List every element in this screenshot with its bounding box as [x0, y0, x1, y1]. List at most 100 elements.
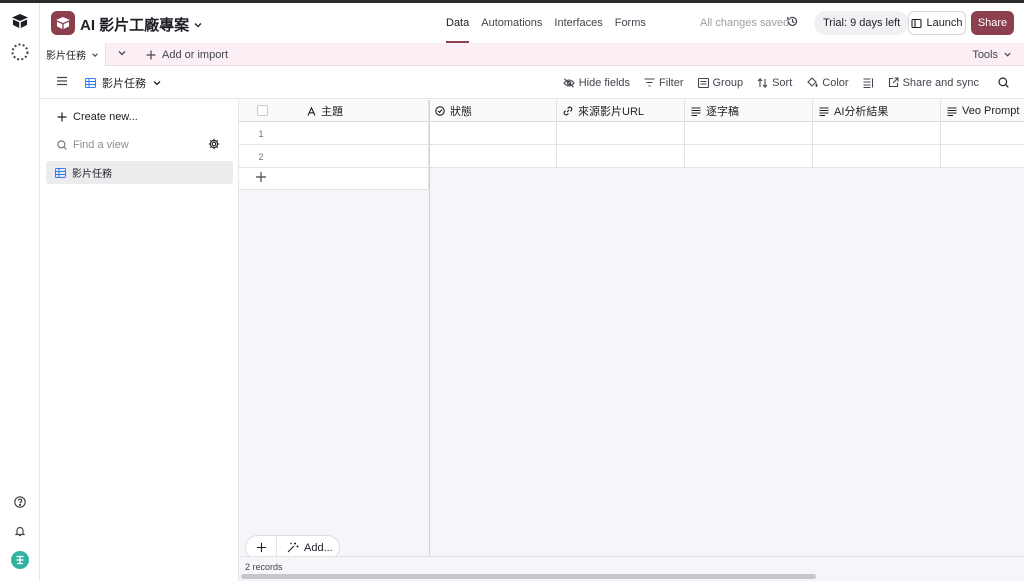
- column-header-label: 來源影片URL: [578, 106, 645, 118]
- history-icon[interactable]: [786, 15, 799, 28]
- base-logo-icon[interactable]: [51, 11, 75, 35]
- link-icon: [563, 106, 573, 116]
- filter-button[interactable]: Filter: [637, 66, 690, 99]
- sort-icon: [757, 77, 768, 88]
- color-button[interactable]: Color: [799, 66, 855, 99]
- grid-view-icon: [55, 167, 66, 178]
- chevron-down-icon: [194, 22, 202, 27]
- row-height-icon: [863, 77, 873, 88]
- veo-prompt-cell[interactable]: [941, 122, 1024, 145]
- chevron-down-icon: [153, 80, 161, 85]
- column-header-label: 主題: [321, 106, 343, 118]
- table-tab-label: 影片任務: [46, 51, 86, 62]
- transcript-cell[interactable]: [685, 145, 813, 168]
- share-and-sync-button[interactable]: Share and sync: [881, 66, 986, 99]
- grid-view: 主題 狀態 來源影片URL 逐字稿 AI分析結果 Veo Prompt 1 2 …: [239, 100, 1024, 581]
- ai-analysis-cell[interactable]: [813, 122, 941, 145]
- chevron-down-icon: [92, 52, 98, 57]
- column-header-transcript[interactable]: 逐字稿: [685, 100, 813, 122]
- column-header-label: Veo Prompt: [962, 105, 1020, 117]
- column-header-source-url[interactable]: 來源影片URL: [557, 100, 685, 122]
- add-with-ai-button[interactable]: Add...: [277, 542, 333, 554]
- sort-button[interactable]: Sort: [750, 66, 799, 99]
- help-icon[interactable]: [0, 496, 40, 508]
- nav-tab-forms[interactable]: Forms: [609, 3, 652, 43]
- grid-header-row: 主題 狀態 來源影片URL 逐字稿 AI分析結果 Veo Prompt: [239, 100, 1024, 122]
- column-header-status[interactable]: 狀態: [429, 100, 557, 122]
- search-icon: [998, 77, 1009, 88]
- trial-badge[interactable]: Trial: 9 days left: [814, 11, 910, 35]
- share-and-sync-label: Share and sync: [902, 76, 979, 89]
- share-button[interactable]: Share: [971, 11, 1014, 35]
- hamburger-menu-icon[interactable]: [56, 76, 68, 86]
- sidebar-view-item[interactable]: 影片任務: [46, 161, 233, 184]
- source-url-cell[interactable]: [557, 145, 685, 168]
- row-number: 1: [258, 128, 264, 139]
- table-tab-active[interactable]: 影片任務: [40, 43, 106, 66]
- launch-label: Launch: [926, 17, 963, 29]
- table-row[interactable]: 1: [239, 122, 1024, 145]
- magic-wand-icon: [287, 542, 299, 553]
- status-icon: [435, 106, 445, 116]
- status-cell[interactable]: [429, 145, 557, 168]
- horizontal-scrollbar[interactable]: [241, 574, 816, 579]
- long-text-icon: [691, 106, 701, 116]
- status-cell[interactable]: [429, 122, 557, 145]
- group-button[interactable]: Group: [691, 66, 751, 99]
- nav-tab-data[interactable]: Data: [440, 3, 475, 43]
- column-header-veo-prompt[interactable]: Veo Prompt: [941, 100, 1024, 122]
- search-button[interactable]: [986, 66, 1024, 99]
- view-actions: Hide fields Filter Group Sort Color Shar…: [556, 66, 1024, 99]
- home-logo-icon[interactable]: [0, 14, 40, 28]
- add-or-import-button[interactable]: Add or import: [146, 43, 228, 66]
- base-name-menu[interactable]: AI 影片工廠專案: [80, 14, 203, 35]
- hide-fields-label: Hide fields: [578, 76, 631, 89]
- create-new-label: Create new...: [73, 111, 138, 123]
- tools-menu[interactable]: Tools: [972, 43, 1012, 66]
- avatar[interactable]: [0, 551, 40, 569]
- launch-icon: [911, 18, 923, 28]
- top-nav: Data Automations Interfaces Forms: [440, 3, 652, 43]
- row-height-button[interactable]: [856, 66, 881, 99]
- sidebar-view-label: 影片任務: [72, 169, 112, 180]
- sort-label: Sort: [772, 76, 793, 89]
- app-rail: [0, 3, 40, 581]
- table-tabs-bar: 影片任務 Add or import Tools: [40, 43, 1024, 66]
- app-header: AI 影片工廠專案 Data Automations Interfaces Fo…: [40, 3, 1024, 43]
- find-view-input[interactable]: [73, 139, 203, 151]
- create-new-view-button[interactable]: Create new...: [57, 111, 138, 123]
- grid-view-icon: [85, 77, 96, 88]
- column-header-label: AI分析結果: [834, 106, 889, 118]
- veo-prompt-cell[interactable]: [941, 145, 1024, 168]
- frozen-column-divider: [429, 100, 430, 581]
- launch-button[interactable]: Launch: [908, 11, 966, 35]
- more-tables-chevron-icon[interactable]: [117, 48, 127, 58]
- view-name: 影片任務: [102, 77, 146, 90]
- tools-label: Tools: [972, 48, 998, 61]
- hide-fields-button[interactable]: Hide fields: [556, 66, 637, 99]
- views-sidebar: Create new... 影片任務: [40, 100, 239, 581]
- long-text-icon: [819, 106, 829, 116]
- record-count: 2 records: [245, 562, 283, 572]
- chevron-down-icon: [1004, 52, 1011, 57]
- ai-analysis-cell[interactable]: [813, 145, 941, 168]
- select-all-checkbox[interactable]: [257, 105, 268, 116]
- eye-off-icon: [562, 77, 575, 88]
- nav-tab-interfaces[interactable]: Interfaces: [548, 3, 608, 43]
- workspace-spinner-icon[interactable]: [0, 43, 40, 61]
- column-header-label: 逐字稿: [706, 106, 739, 118]
- notifications-bell-icon[interactable]: [0, 525, 40, 537]
- column-header-ai-analysis[interactable]: AI分析結果: [813, 100, 941, 122]
- nav-tab-automations[interactable]: Automations: [475, 3, 548, 43]
- add-record-row[interactable]: [239, 168, 429, 190]
- gear-icon[interactable]: [208, 138, 220, 150]
- primary-column-header[interactable]: 主題: [239, 100, 429, 122]
- plus-icon: [146, 50, 156, 59]
- table-row[interactable]: 2: [239, 145, 1024, 168]
- transcript-cell[interactable]: [685, 122, 813, 145]
- plus-icon: [256, 542, 266, 553]
- add-or-import-label: Add or import: [162, 48, 229, 61]
- source-url-cell[interactable]: [557, 122, 685, 145]
- plus-icon: [57, 112, 67, 122]
- view-switcher[interactable]: 影片任務: [85, 66, 162, 99]
